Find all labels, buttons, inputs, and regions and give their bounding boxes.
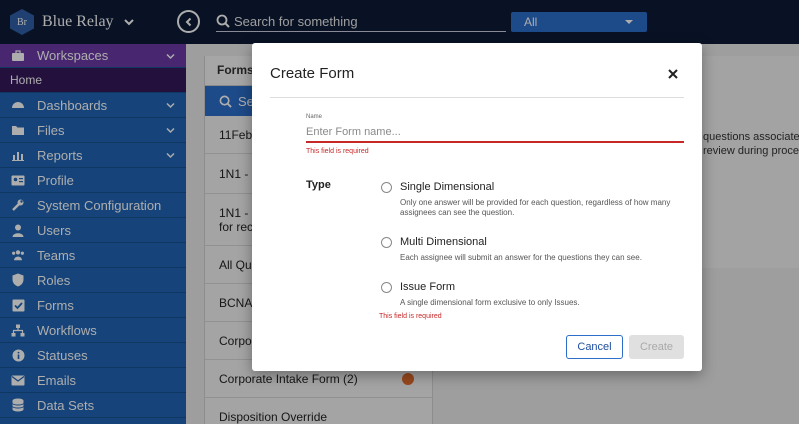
create-button[interactable]: Create [629, 335, 684, 359]
radio-button[interactable] [381, 182, 392, 193]
dialog-divider [270, 97, 684, 98]
type-label: Type [306, 179, 331, 191]
option-title: Issue Form [400, 281, 456, 293]
form-name-input[interactable] [306, 123, 684, 143]
radio-button[interactable] [381, 237, 392, 248]
dialog-title: Create Form [270, 65, 355, 82]
cancel-button[interactable]: Cancel [566, 335, 623, 359]
type-error-text: This field is required [379, 313, 442, 320]
name-field-label: Name [306, 114, 323, 120]
option-description: A single dimensional form exclusive to o… [400, 298, 580, 307]
name-error-text: This field is required [306, 148, 369, 155]
option-title: Single Dimensional [400, 181, 495, 193]
radio-button[interactable] [381, 282, 392, 293]
option-title: Multi Dimensional [400, 236, 487, 248]
option-description: Only one answer will be provided for eac… [400, 198, 671, 217]
close-icon[interactable] [666, 67, 680, 81]
create-form-dialog: Create Form Name This field is required … [252, 43, 702, 371]
option-description: Each assignee will submit an answer for … [400, 253, 642, 262]
